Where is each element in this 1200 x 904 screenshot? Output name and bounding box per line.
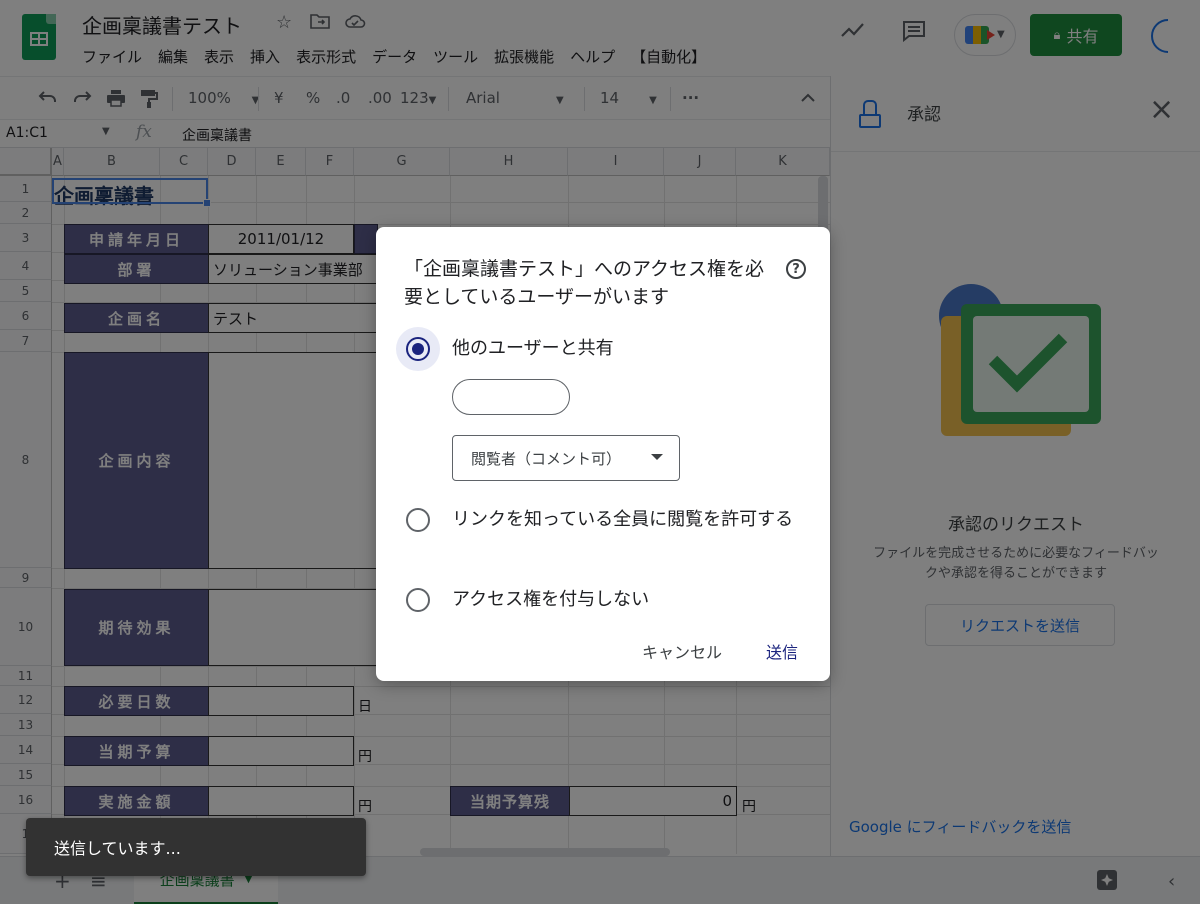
- toast-message: 送信しています...: [54, 839, 181, 858]
- sending-toast: 送信しています...: [26, 818, 366, 876]
- link-viewer-radio[interactable]: [406, 508, 430, 532]
- user-email-chip[interactable]: [452, 379, 570, 415]
- no-access-label[interactable]: アクセス権を付与しない: [452, 587, 649, 613]
- cancel-button[interactable]: キャンセル: [642, 639, 722, 663]
- dialog-title: 「企画稟議書テスト」へのアクセス権を必要としているユーザーがいます: [404, 258, 765, 308]
- role-select[interactable]: 閲覧者（コメント可）: [452, 435, 680, 481]
- dropdown-arrow-icon: [651, 454, 663, 460]
- access-request-dialog: 「企画稟議書テスト」へのアクセス権を必要としているユーザーがいます ? 他のユー…: [376, 227, 830, 681]
- role-select-value: 閲覧者（コメント可）: [471, 449, 622, 468]
- link-viewer-label[interactable]: リンクを知っている全員に閲覧を許可する: [452, 507, 802, 533]
- help-icon[interactable]: ?: [786, 259, 806, 279]
- no-access-radio[interactable]: [406, 588, 430, 612]
- send-button[interactable]: 送信: [766, 639, 798, 663]
- share-with-users-radio[interactable]: [406, 337, 430, 361]
- share-with-users-label[interactable]: 他のユーザーと共有: [452, 336, 614, 362]
